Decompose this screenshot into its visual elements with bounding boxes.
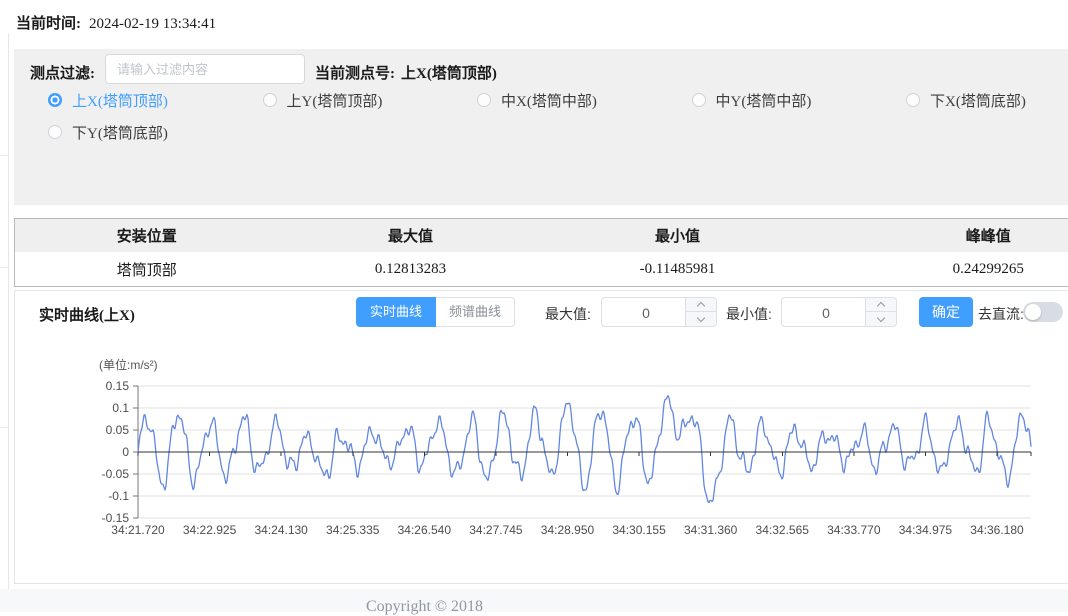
current-point-label: 当前测点号: xyxy=(315,66,395,82)
spin-down-icon[interactable] xyxy=(686,312,716,326)
table-cell: 0.24299265 xyxy=(813,252,1068,287)
svg-text:0.1: 0.1 xyxy=(112,401,129,415)
sliver-separator xyxy=(0,155,8,156)
chart-panel: 实时曲线(上X) 实时曲线频谱曲线 最大值: 最小值: 确定 去直流: (单位:… xyxy=(14,290,1068,584)
radio-option-label: 下Y(塔筒底部) xyxy=(72,122,168,143)
radio-option[interactable]: 上X(塔筒顶部) xyxy=(48,92,168,108)
sliver-border xyxy=(8,33,9,589)
unit-label: (单位:m/s²) xyxy=(99,356,158,373)
max-value-input[interactable] xyxy=(602,298,690,328)
svg-text:0.15: 0.15 xyxy=(106,379,130,393)
table-cell: 0.12813283 xyxy=(279,252,543,287)
svg-text:34:36.180: 34:36.180 xyxy=(970,523,1024,537)
radio-option-label: 上Y(塔筒顶部) xyxy=(287,90,383,111)
svg-text:34:22.925: 34:22.925 xyxy=(183,523,237,537)
radio-icon xyxy=(477,93,491,107)
chevron-down-icon xyxy=(697,313,705,321)
max-value-input-box xyxy=(601,297,717,327)
svg-text:34:24.130: 34:24.130 xyxy=(254,523,308,537)
svg-text:34:26.540: 34:26.540 xyxy=(398,523,452,537)
min-value-input[interactable] xyxy=(782,298,870,328)
dc-removal-label: 去直流: xyxy=(978,304,1024,324)
svg-text:34:21.720: 34:21.720 xyxy=(111,523,165,537)
tab-realtime-curve[interactable]: 实时曲线 xyxy=(356,297,436,327)
radio-icon xyxy=(263,93,277,107)
stats-table: 安装位置最大值最小值峰峰值 塔筒顶部0.12813283-0.114859810… xyxy=(14,218,1068,287)
radio-option[interactable]: 下Y(塔筒底部) xyxy=(48,124,168,140)
chevron-up-icon xyxy=(697,302,705,310)
radio-option-label: 中Y(塔筒中部) xyxy=(716,90,812,111)
min-value-label: 最小值: xyxy=(726,304,772,324)
table-header-cell: 安装位置 xyxy=(15,219,279,253)
spin-up-icon[interactable] xyxy=(686,298,716,312)
table-header-cell: 最小值 xyxy=(543,219,813,253)
table-row: 塔筒顶部0.12813283-0.114859810.24299265 xyxy=(15,252,1068,287)
header-bar: 当前时间: 2024-02-19 13:34:41 xyxy=(16,12,216,33)
radio-option[interactable]: 下X(塔筒底部) xyxy=(906,92,1026,108)
tab-spectrum-curve[interactable]: 频谱曲线 xyxy=(436,297,515,327)
spin-up-icon[interactable] xyxy=(866,298,896,312)
max-spinner xyxy=(685,298,716,326)
chevron-down-icon xyxy=(877,313,885,321)
svg-text:34:27.745: 34:27.745 xyxy=(469,523,523,537)
current-point-value: 上X(塔筒顶部) xyxy=(401,66,497,82)
svg-text:34:34.975: 34:34.975 xyxy=(899,523,953,537)
radio-option-label: 下X(塔筒底部) xyxy=(930,90,1026,111)
filter-input[interactable] xyxy=(105,54,305,84)
copyright-text: Copyright © 2018 xyxy=(366,598,483,616)
current-point: 当前测点号: 上X(塔筒顶部) xyxy=(315,62,497,83)
current-time-value: 2024-02-19 13:34:41 xyxy=(89,16,216,32)
radio-option-label: 上X(塔筒顶部) xyxy=(72,90,168,111)
sliver-separator xyxy=(0,427,8,428)
toggle-knob xyxy=(1025,304,1041,320)
table-header-cell: 最大值 xyxy=(279,219,543,253)
table-cell: -0.11485981 xyxy=(543,252,813,287)
svg-text:34:33.770: 34:33.770 xyxy=(827,523,881,537)
table-cell: 塔筒顶部 xyxy=(15,252,279,287)
radio-option[interactable]: 中X(塔筒中部) xyxy=(477,92,597,108)
svg-text:34:28.950: 34:28.950 xyxy=(541,523,595,537)
spin-down-icon[interactable] xyxy=(866,312,896,326)
sliver-separator xyxy=(0,267,8,268)
radio-icon xyxy=(48,93,62,107)
filter-panel: 测点过滤: 当前测点号: 上X(塔筒顶部) 上X(塔筒顶部) 上Y(塔筒顶部) 中X(… xyxy=(14,49,1068,205)
current-time-label: 当前时间: xyxy=(16,16,81,32)
svg-text:34:30.155: 34:30.155 xyxy=(612,523,666,537)
svg-text:34:32.565: 34:32.565 xyxy=(756,523,810,537)
svg-text:0.05: 0.05 xyxy=(106,423,130,437)
table-header-row: 安装位置最大值最小值峰峰值 xyxy=(15,219,1068,253)
svg-text:34:31.360: 34:31.360 xyxy=(684,523,738,537)
radio-icon xyxy=(48,125,62,139)
radio-icon xyxy=(692,93,706,107)
chart-title: 实时曲线(上X) xyxy=(39,304,135,325)
chevron-up-icon xyxy=(877,302,885,310)
confirm-button[interactable]: 确定 xyxy=(919,297,973,327)
svg-text:-0.05: -0.05 xyxy=(102,467,130,481)
radio-icon xyxy=(906,93,920,107)
filter-label: 测点过滤: xyxy=(30,62,95,83)
dc-toggle[interactable] xyxy=(1023,302,1063,322)
radio-option-label: 中X(塔筒中部) xyxy=(501,90,597,111)
waveform-svg: 0.150.10.050-0.05-0.1-0.1534:21.72034:22… xyxy=(15,376,1068,551)
chart-tabs: 实时曲线频谱曲线 xyxy=(356,297,515,327)
svg-text:0: 0 xyxy=(122,445,129,459)
svg-text:34:25.335: 34:25.335 xyxy=(326,523,380,537)
min-spinner xyxy=(865,298,896,326)
svg-text:-0.1: -0.1 xyxy=(108,489,129,503)
radio-option[interactable]: 中Y(塔筒中部) xyxy=(692,92,812,108)
max-value-label: 最大值: xyxy=(545,304,591,324)
radio-option[interactable]: 上Y(塔筒顶部) xyxy=(263,92,383,108)
table-header-cell: 峰峰值 xyxy=(813,219,1068,253)
min-value-input-box xyxy=(781,297,897,327)
footer: Copyright © 2018 xyxy=(0,589,1068,612)
